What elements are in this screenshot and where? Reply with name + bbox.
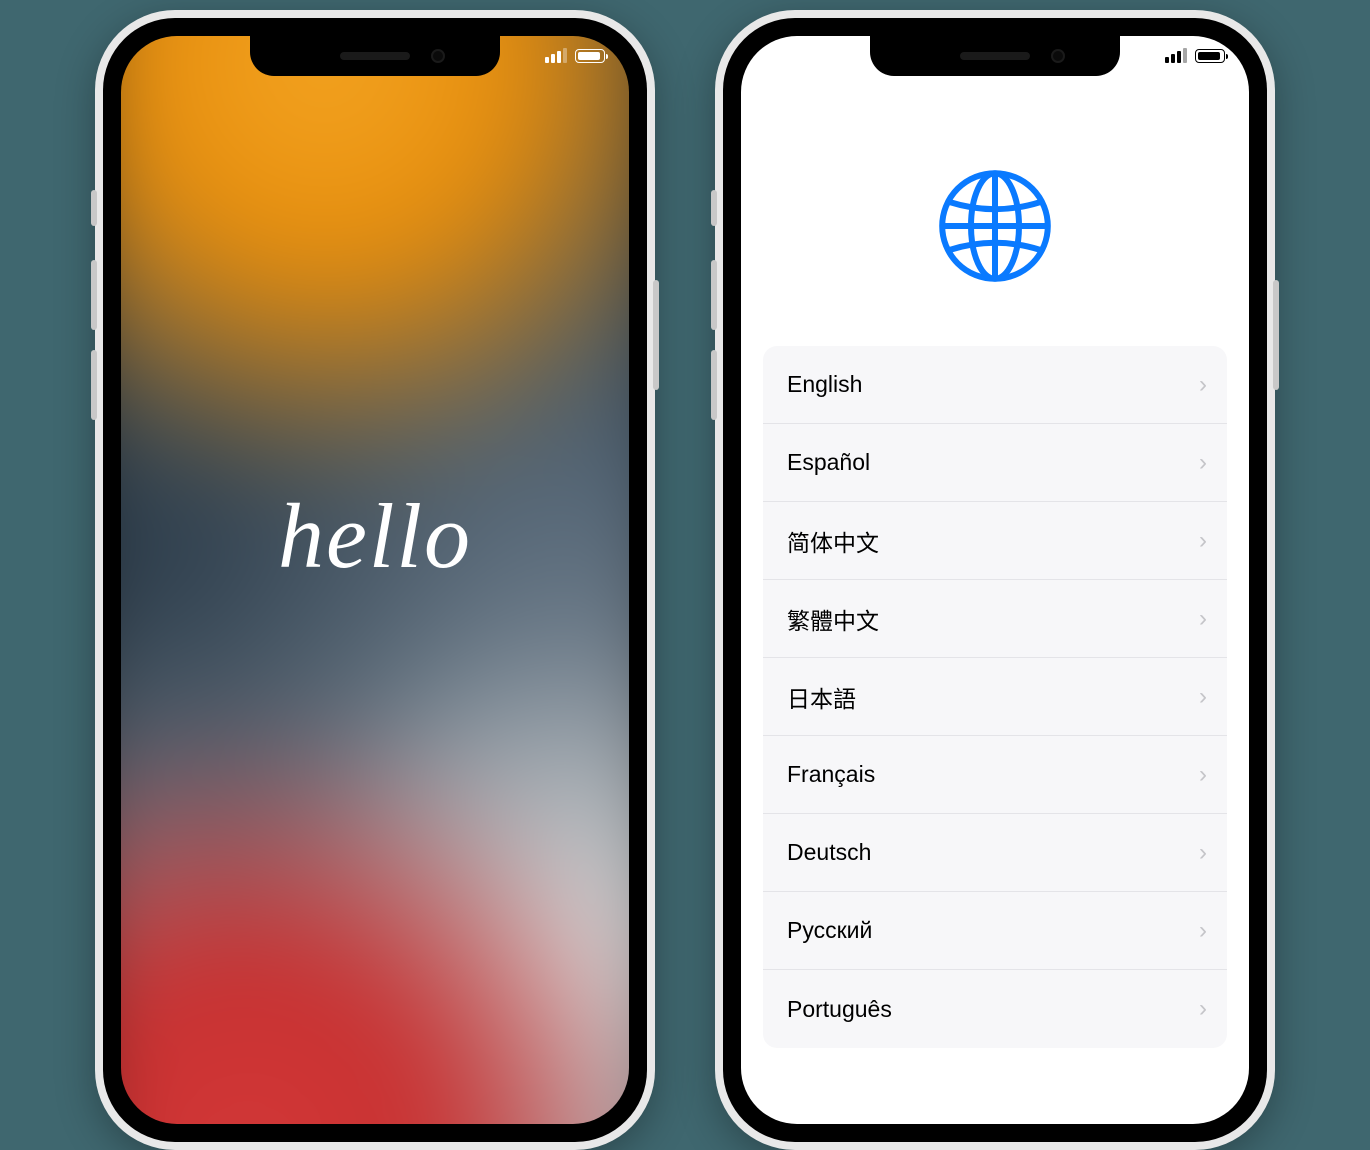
chevron-right-icon: › [1199, 761, 1207, 789]
battery-icon [1195, 49, 1225, 63]
language-row-simplified-chinese[interactable]: 简体中文 › [763, 502, 1227, 580]
status-bar [1165, 48, 1225, 63]
chevron-right-icon: › [1199, 839, 1207, 867]
chevron-right-icon: › [1199, 605, 1207, 633]
volume-down-button[interactable] [711, 350, 717, 420]
language-label: English [787, 371, 862, 398]
language-row-espanol[interactable]: Español › [763, 424, 1227, 502]
power-button[interactable] [653, 280, 659, 390]
silence-switch[interactable] [91, 190, 97, 226]
notch [870, 36, 1120, 76]
language-row-deutsch[interactable]: Deutsch › [763, 814, 1227, 892]
language-list: English › Español › 简体中文 › 繁體中文 › [763, 346, 1227, 1048]
status-bar [545, 48, 605, 63]
globe-icon [935, 166, 1055, 286]
notch [250, 36, 500, 76]
language-row-japanese[interactable]: 日本語 › [763, 658, 1227, 736]
cellular-signal-icon [1165, 48, 1187, 63]
speaker-grille [960, 52, 1030, 60]
language-selection-screen: English › Español › 简体中文 › 繁體中文 › [741, 36, 1249, 1124]
volume-up-button[interactable] [711, 260, 717, 330]
volume-up-button[interactable] [91, 260, 97, 330]
language-label: Português [787, 996, 892, 1023]
language-row-portugues[interactable]: Português › [763, 970, 1227, 1048]
chevron-right-icon: › [1199, 527, 1207, 555]
iphone-frame-hello: hello [95, 10, 655, 1150]
language-row-english[interactable]: English › [763, 346, 1227, 424]
chevron-right-icon: › [1199, 995, 1207, 1023]
hello-greeting: hello [278, 483, 472, 589]
silence-switch[interactable] [711, 190, 717, 226]
iphone-frame-language: English › Español › 简体中文 › 繁體中文 › [715, 10, 1275, 1150]
language-row-russian[interactable]: Русский › [763, 892, 1227, 970]
language-label: 简体中文 [787, 524, 879, 558]
volume-down-button[interactable] [91, 350, 97, 420]
battery-icon [575, 49, 605, 63]
front-camera [431, 49, 445, 63]
chevron-right-icon: › [1199, 683, 1207, 711]
chevron-right-icon: › [1199, 449, 1207, 477]
power-button[interactable] [1273, 280, 1279, 390]
cellular-signal-icon [545, 48, 567, 63]
language-label: Русский [787, 917, 872, 944]
front-camera [1051, 49, 1065, 63]
speaker-grille [340, 52, 410, 60]
language-label: 日本語 [787, 680, 856, 714]
language-row-traditional-chinese[interactable]: 繁體中文 › [763, 580, 1227, 658]
language-row-francais[interactable]: Français › [763, 736, 1227, 814]
language-label: Français [787, 761, 875, 788]
chevron-right-icon: › [1199, 371, 1207, 399]
language-label: 繁體中文 [787, 602, 879, 636]
language-label: Español [787, 449, 870, 476]
language-label: Deutsch [787, 839, 871, 866]
chevron-right-icon: › [1199, 917, 1207, 945]
